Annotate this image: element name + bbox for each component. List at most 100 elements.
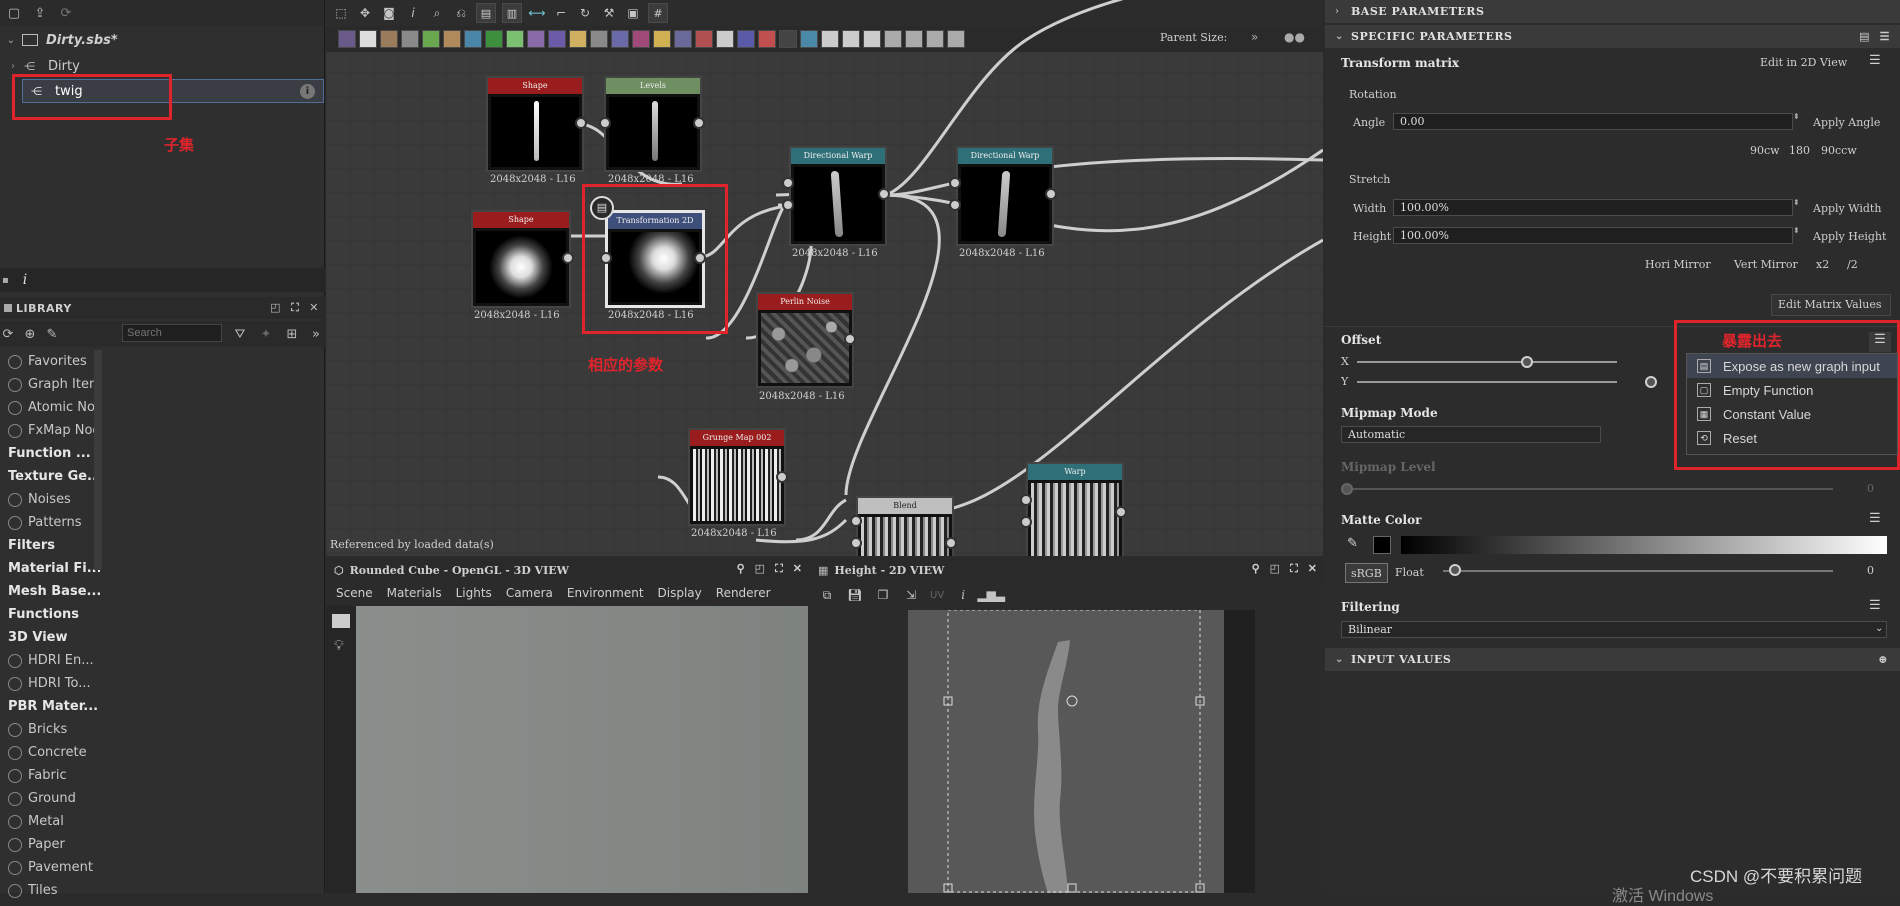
maximize-icon[interactable]: ⛶ — [291, 301, 299, 315]
base-parameters-header[interactable]: › BASE PARAMETERS — [1325, 0, 1900, 23]
srgb-toggle[interactable]: sRGB — [1345, 563, 1388, 583]
node-port[interactable] — [782, 199, 794, 211]
vert-mirror-button[interactable]: Vert Mirror — [1734, 258, 1798, 271]
context-menu-item[interactable]: ⟲ Reset — [1687, 426, 1897, 450]
node-port[interactable] — [1020, 494, 1032, 506]
view-3d-menu-item[interactable]: Lights — [456, 586, 492, 600]
video-camera-icon[interactable] — [332, 614, 350, 628]
matte-color-gradient[interactable] — [1401, 536, 1887, 554]
view-3d-menu-item[interactable]: Scene — [336, 586, 373, 600]
float-icon[interactable]: ◰ — [755, 562, 765, 576]
library-item[interactable]: Pavement — [0, 856, 100, 879]
menu-icon[interactable]: ☰ — [1869, 53, 1881, 68]
mipmap-level-slider[interactable] — [1351, 488, 1833, 490]
library-item[interactable]: Noises — [0, 488, 100, 511]
float-toggle[interactable]: Float — [1395, 566, 1424, 579]
context-menu-item[interactable]: ▦ Constant Value — [1687, 402, 1897, 426]
tree-package[interactable]: ⌄ Dirty.sbs* — [0, 28, 325, 52]
offset-x-knob[interactable] — [1521, 356, 1533, 368]
info-icon[interactable]: i — [300, 83, 315, 99]
view-3d-menu-item[interactable]: Camera — [506, 586, 553, 600]
library-item[interactable]: HDRI En... — [0, 649, 100, 672]
star-icon[interactable]: ✦ — [258, 326, 274, 342]
specific-parameters-header[interactable]: ⌄ SPECIFIC PARAMETERS ▤ ☰ — [1325, 25, 1900, 48]
library-item[interactable]: Tiles — [0, 879, 100, 902]
new-file-icon[interactable]: ▢ — [6, 5, 22, 21]
input-values-header[interactable]: ⌄ INPUT VALUES ⊕ — [1325, 648, 1900, 671]
library-item[interactable]: Fabric — [0, 764, 100, 787]
node-port[interactable] — [844, 333, 856, 345]
node-port[interactable] — [949, 177, 961, 189]
node-shape-1[interactable]: Shape — [486, 76, 584, 172]
library-item[interactable]: PBR Mater... — [0, 695, 100, 718]
preset-icon[interactable]: ▤ — [1859, 30, 1870, 43]
node-warp[interactable]: Warp — [1026, 462, 1124, 556]
node-port[interactable] — [782, 177, 794, 189]
menu-icon[interactable]: ☰ — [1880, 30, 1890, 43]
pencil-icon[interactable]: ✎ — [44, 326, 60, 342]
view-2d-canvas[interactable] — [908, 610, 1224, 893]
uv-dropdown[interactable]: UV — [930, 590, 944, 601]
mipmap-level-knob[interactable] — [1341, 483, 1353, 495]
library-item[interactable]: Functions — [0, 603, 100, 626]
rotate-90ccw-button[interactable]: 90ccw — [1821, 144, 1857, 157]
angle-field[interactable]: 0.00 — [1393, 113, 1793, 130]
node-port[interactable] — [850, 515, 862, 527]
apply-width-button[interactable]: Apply Width — [1813, 202, 1881, 215]
library-item[interactable]: Graph Items — [0, 373, 100, 396]
node-port[interactable] — [693, 117, 705, 129]
node-directional-warp-1[interactable]: Directional Warp — [789, 146, 887, 246]
node-port[interactable] — [878, 188, 890, 200]
node-levels[interactable]: Levels — [604, 76, 702, 172]
add-icon[interactable]: ⊕ — [1878, 653, 1888, 666]
node-grunge-map-002[interactable]: Grunge Map 002 — [688, 428, 786, 526]
view-3d-canvas[interactable] — [356, 606, 808, 893]
library-item[interactable]: Mesh Base... — [0, 580, 100, 603]
collapse-chevron-icon[interactable]: ⌄ — [0, 35, 22, 46]
edit-matrix-values-button[interactable]: Edit Matrix Values — [1771, 294, 1891, 316]
apply-height-button[interactable]: Apply Height — [1813, 230, 1886, 243]
pin-icon[interactable]: ⚲ — [1252, 562, 1260, 576]
close-icon[interactable]: ✕ — [309, 301, 319, 315]
filtering-select[interactable]: Bilinear — [1341, 621, 1887, 638]
edit-in-2d-view-button[interactable]: Edit in 2D View — [1760, 56, 1847, 69]
library-search-input[interactable] — [122, 324, 222, 342]
node-perlin-noise[interactable]: Perlin Noise — [756, 292, 854, 388]
library-item[interactable]: Ground — [0, 787, 100, 810]
node-port[interactable] — [850, 537, 862, 549]
node-port[interactable] — [1115, 506, 1127, 518]
height-field[interactable]: 100.00% — [1393, 227, 1793, 244]
histogram-icon[interactable]: ▂▆▃ — [977, 586, 1005, 604]
node-port[interactable] — [599, 117, 611, 129]
add-icon[interactable]: ⊕ — [22, 326, 38, 342]
context-menu-item[interactable]: ▤ Expose as new graph input — [1687, 354, 1897, 378]
matte-color-swatch[interactable] — [1373, 536, 1391, 554]
menu-icon[interactable]: ☰ — [1869, 511, 1881, 526]
float-icon[interactable]: ◰ — [270, 301, 281, 315]
save-icon[interactable]: 💾︎ — [846, 586, 864, 604]
mipmap-mode-select[interactable]: Automatic — [1341, 426, 1601, 443]
library-item[interactable]: Atomic No... — [0, 396, 100, 419]
view-3d-menu-item[interactable]: Materials — [387, 586, 442, 600]
context-menu-item[interactable]: ▢ Empty Function — [1687, 378, 1897, 402]
rotate-90cw-button[interactable]: 90cw — [1750, 144, 1780, 157]
library-item[interactable]: HDRI To... — [0, 672, 100, 695]
width-field[interactable]: 100.00% — [1393, 199, 1793, 216]
expand-chevron-icon[interactable]: › — [2, 61, 24, 72]
offset-x-slider[interactable] — [1357, 361, 1617, 363]
library-item[interactable]: Filters — [0, 534, 100, 557]
library-item[interactable]: Concrete — [0, 741, 100, 764]
offset-y-knob[interactable] — [1645, 376, 1657, 388]
node-directional-warp-2[interactable]: Directional Warp — [956, 146, 1054, 246]
offset-y-slider[interactable] — [1357, 381, 1617, 383]
div2-button[interactable]: /2 — [1847, 258, 1858, 271]
library-item[interactable]: Function ... — [0, 442, 100, 465]
node-blend[interactable]: Blend — [856, 496, 954, 556]
library-item[interactable]: Patterns — [0, 511, 100, 534]
refresh-icon[interactable]: ⟳ — [0, 326, 16, 342]
library-item[interactable]: FxMap Nod... — [0, 419, 100, 442]
library-item[interactable]: Favorites — [0, 350, 100, 373]
hori-mirror-button[interactable]: Hori Mirror — [1645, 258, 1711, 271]
node-shape-2[interactable]: Shape — [471, 210, 571, 308]
close-icon[interactable]: ✕ — [793, 562, 802, 576]
